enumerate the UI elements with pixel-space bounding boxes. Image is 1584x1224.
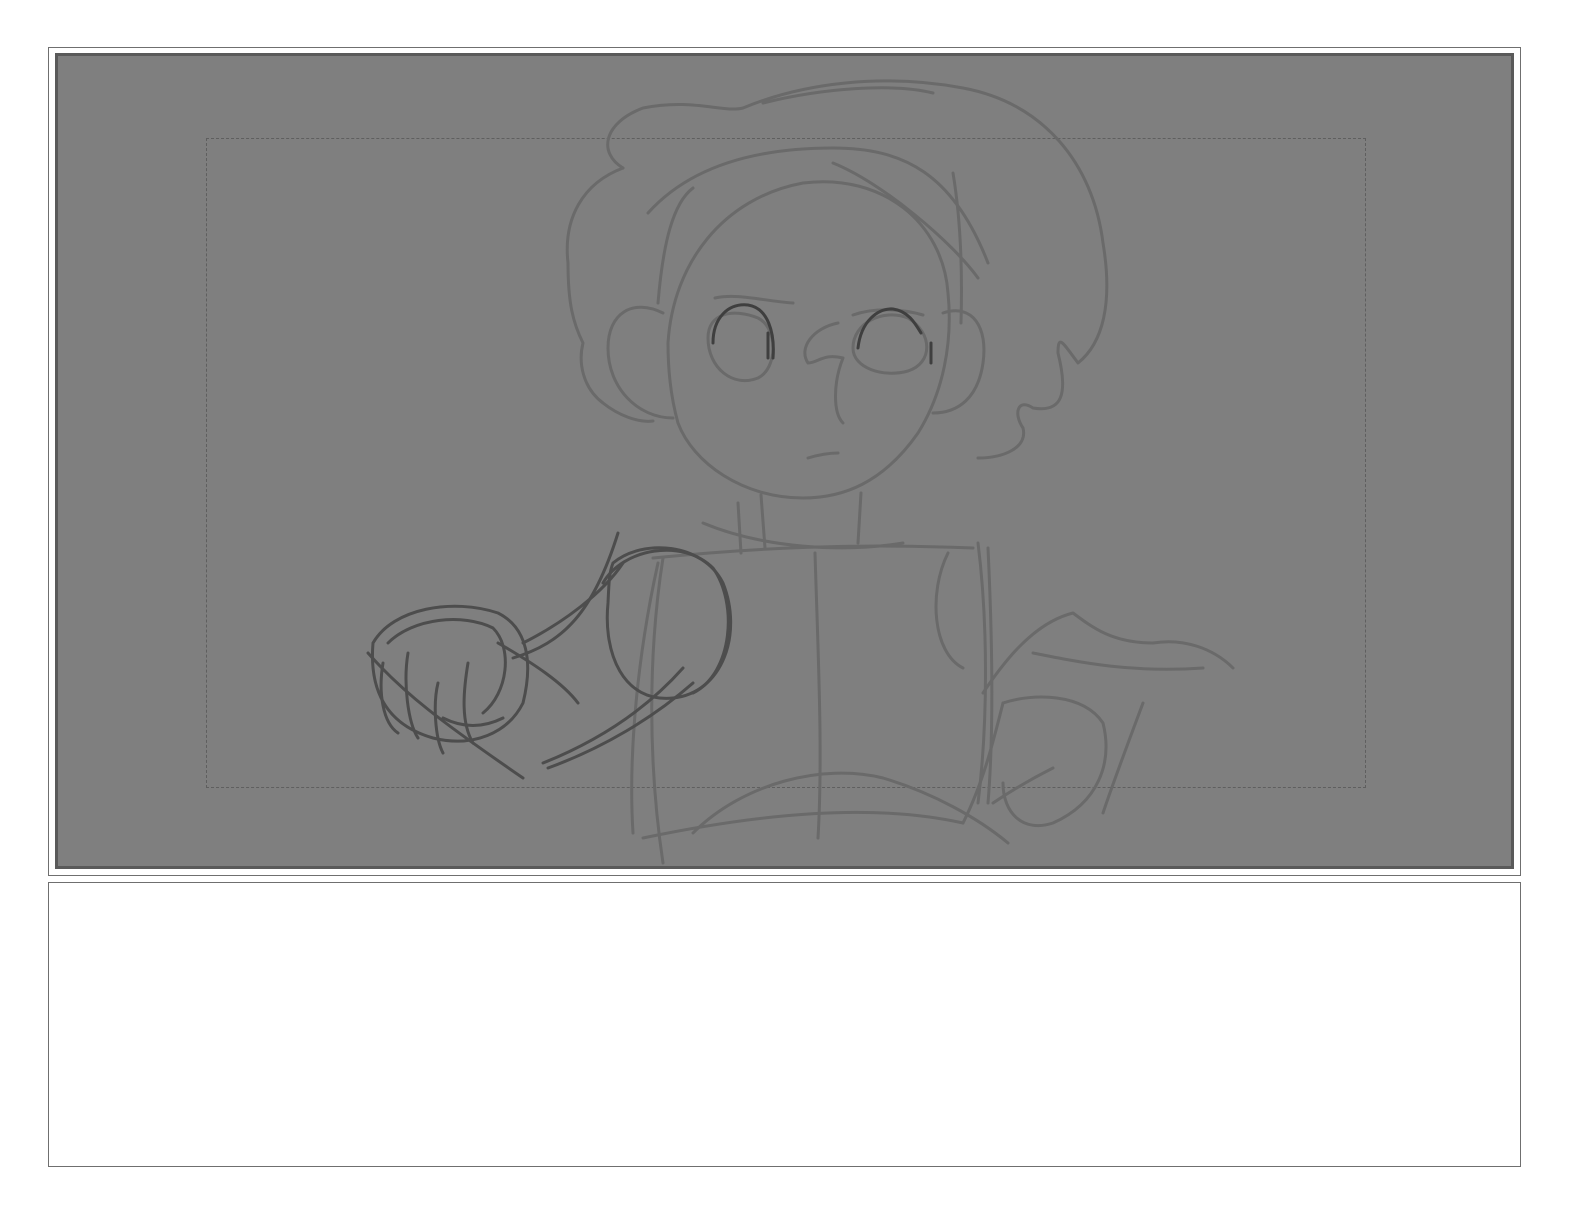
hair-fringe-inner <box>646 146 990 265</box>
hair-outline <box>606 79 1109 460</box>
right-hand-outline <box>981 611 1235 695</box>
waist-arc <box>691 771 1010 845</box>
hair-strand-3 <box>761 86 935 105</box>
hair-fringe-right <box>831 161 980 280</box>
storyboard-panel[interactable] <box>55 53 1514 869</box>
torso-top <box>651 544 975 560</box>
right-arm-line <box>986 546 994 805</box>
right-hand-fingers <box>1031 651 1205 671</box>
left-brow <box>713 294 795 305</box>
right-ear <box>931 309 986 415</box>
torso-center <box>813 551 822 840</box>
storyboard-page <box>0 0 1584 1224</box>
left-forearm <box>541 666 685 765</box>
right-hand-lower <box>1001 695 1108 828</box>
hair-strand-1 <box>656 186 695 305</box>
neck-left <box>736 501 743 555</box>
neck-right <box>856 491 863 545</box>
fist-knuckle <box>441 716 505 727</box>
torso-right <box>976 541 987 805</box>
character-sketch <box>366 79 1235 865</box>
left-ear <box>606 305 675 420</box>
right-hand-stroke-2 <box>1101 701 1145 815</box>
right-arm-upper <box>934 551 965 670</box>
mouth <box>806 451 840 460</box>
torso-bottom <box>641 810 965 840</box>
panel-notes-box[interactable] <box>48 882 1521 1167</box>
fist-fingers <box>379 651 475 755</box>
hair-strand-2 <box>951 171 963 325</box>
fist-wrist <box>496 641 580 705</box>
collar-line <box>701 521 905 550</box>
nose <box>803 321 845 425</box>
left-forearm-2 <box>546 681 695 770</box>
hair-left-side <box>565 166 655 423</box>
